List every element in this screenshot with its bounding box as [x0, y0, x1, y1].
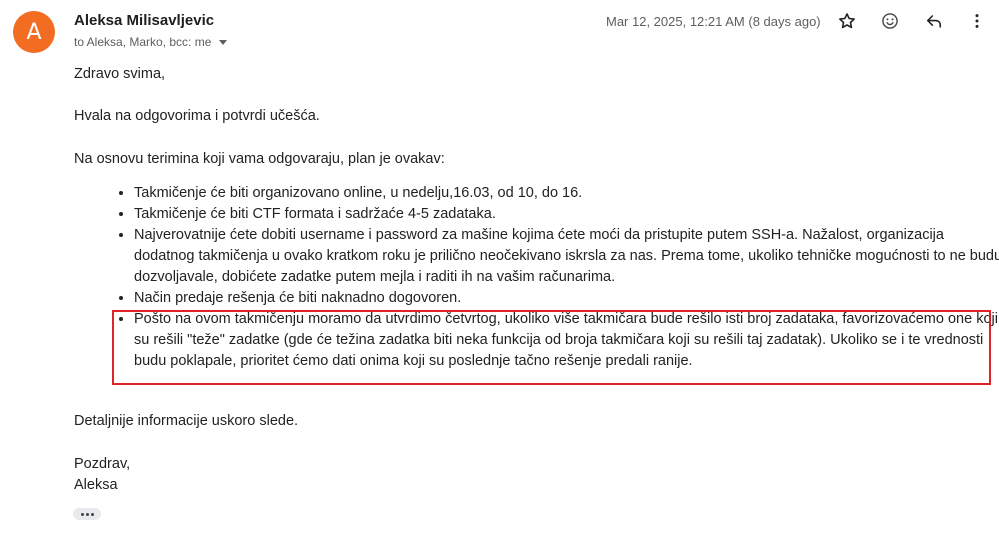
reply-button[interactable]	[921, 8, 947, 34]
star-icon	[839, 13, 855, 29]
ellipsis-dot	[90, 512, 94, 516]
details-text: Detaljnije informacije uskoro slede.	[74, 413, 299, 429]
recipients-line[interactable]: to Aleksa, Marko, bcc: me	[74, 35, 228, 49]
plan-item: Takmičenje će biti CTF formata i sadržać…	[134, 204, 999, 225]
greeting-text: Zdravo svima,	[74, 66, 166, 82]
emoji-icon	[882, 13, 898, 29]
thanks-text: Hvala na odgovorima i potvrdi učešća.	[74, 108, 320, 124]
emoji-reaction-button[interactable]	[877, 8, 903, 34]
star-button[interactable]	[834, 8, 860, 34]
reply-icon	[926, 15, 942, 28]
recipients-dropdown-icon[interactable]	[219, 40, 228, 45]
signature-text: Aleksa	[74, 477, 118, 493]
plan-list: Takmičenje će biti organizovano online, …	[116, 183, 999, 372]
sender-avatar[interactable]: A	[13, 11, 55, 53]
ellipsis-dot	[80, 512, 84, 516]
sender-name[interactable]: Aleksa Milisavljevic	[74, 12, 214, 29]
plan-item-highlighted: Pošto na ovom takmičenju moramo da utvrd…	[134, 309, 999, 372]
message-timestamp: Mar 12, 2025, 12:21 AM (8 days ago)	[606, 14, 821, 29]
more-vert-icon	[975, 14, 979, 28]
intro-text: Na osnovu terimina koji vama odgovaraju,…	[74, 151, 445, 167]
more-options-button[interactable]	[964, 8, 990, 34]
plan-item: Način predaje rešenja će biti naknadno d…	[134, 288, 999, 309]
ellipsis-dot	[85, 512, 89, 516]
recipients-text: to Aleksa, Marko, bcc: me	[74, 35, 212, 49]
plan-item: Takmičenje će biti organizovano online, …	[134, 183, 999, 204]
show-trimmed-content-button[interactable]	[73, 508, 101, 520]
plan-item: Najverovatnije ćete dobiti username i pa…	[134, 225, 999, 288]
closing-text: Pozdrav,	[74, 456, 131, 472]
